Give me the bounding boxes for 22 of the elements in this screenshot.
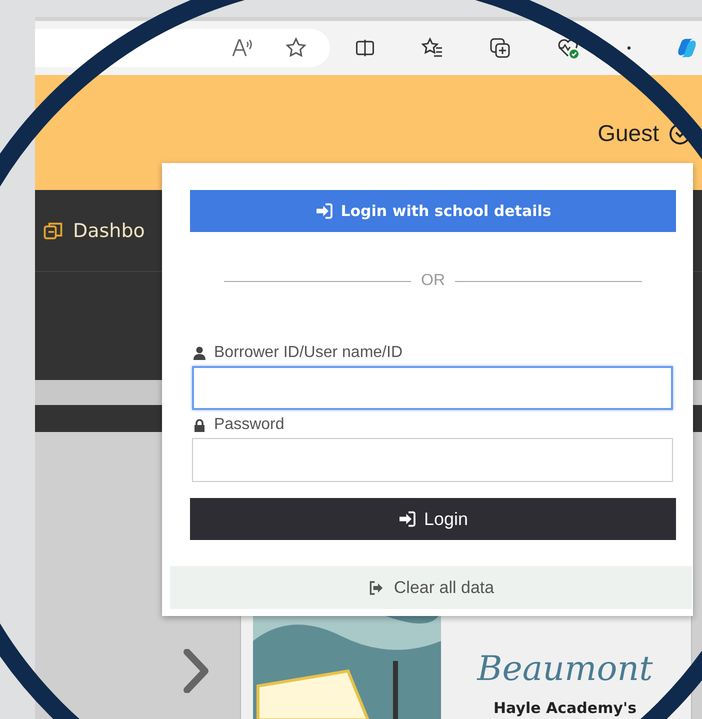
input-field[interactable] [192,438,673,482]
lock-icon [193,418,206,432]
favorites-icon[interactable] [420,36,444,60]
nav-item[interactable]: Dashbo [73,220,145,242]
user-menu[interactable]: Guest [598,120,659,147]
divider-label: OR [421,272,445,290]
login-icon [398,510,416,528]
input-field[interactable] [192,366,673,410]
split-screen-icon[interactable] [354,37,376,59]
collections-icon[interactable] [488,36,512,60]
star-icon[interactable] [284,36,308,60]
book-subtitle: Hayle Academy's [494,699,636,719]
copilot-icon[interactable] [676,36,698,60]
login-icon [314,202,333,220]
user-icon [193,346,206,360]
clear-data-button[interactable]: Clear all data [362,576,500,598]
book-title: Beaumont [477,649,653,689]
logout-icon [368,580,384,596]
field-label: Borrower ID/User name/ID [214,344,402,362]
login-button[interactable]: Login [190,498,676,540]
school-login-button[interactable]: Login with school details [190,190,676,232]
field-label: Password [214,416,284,434]
